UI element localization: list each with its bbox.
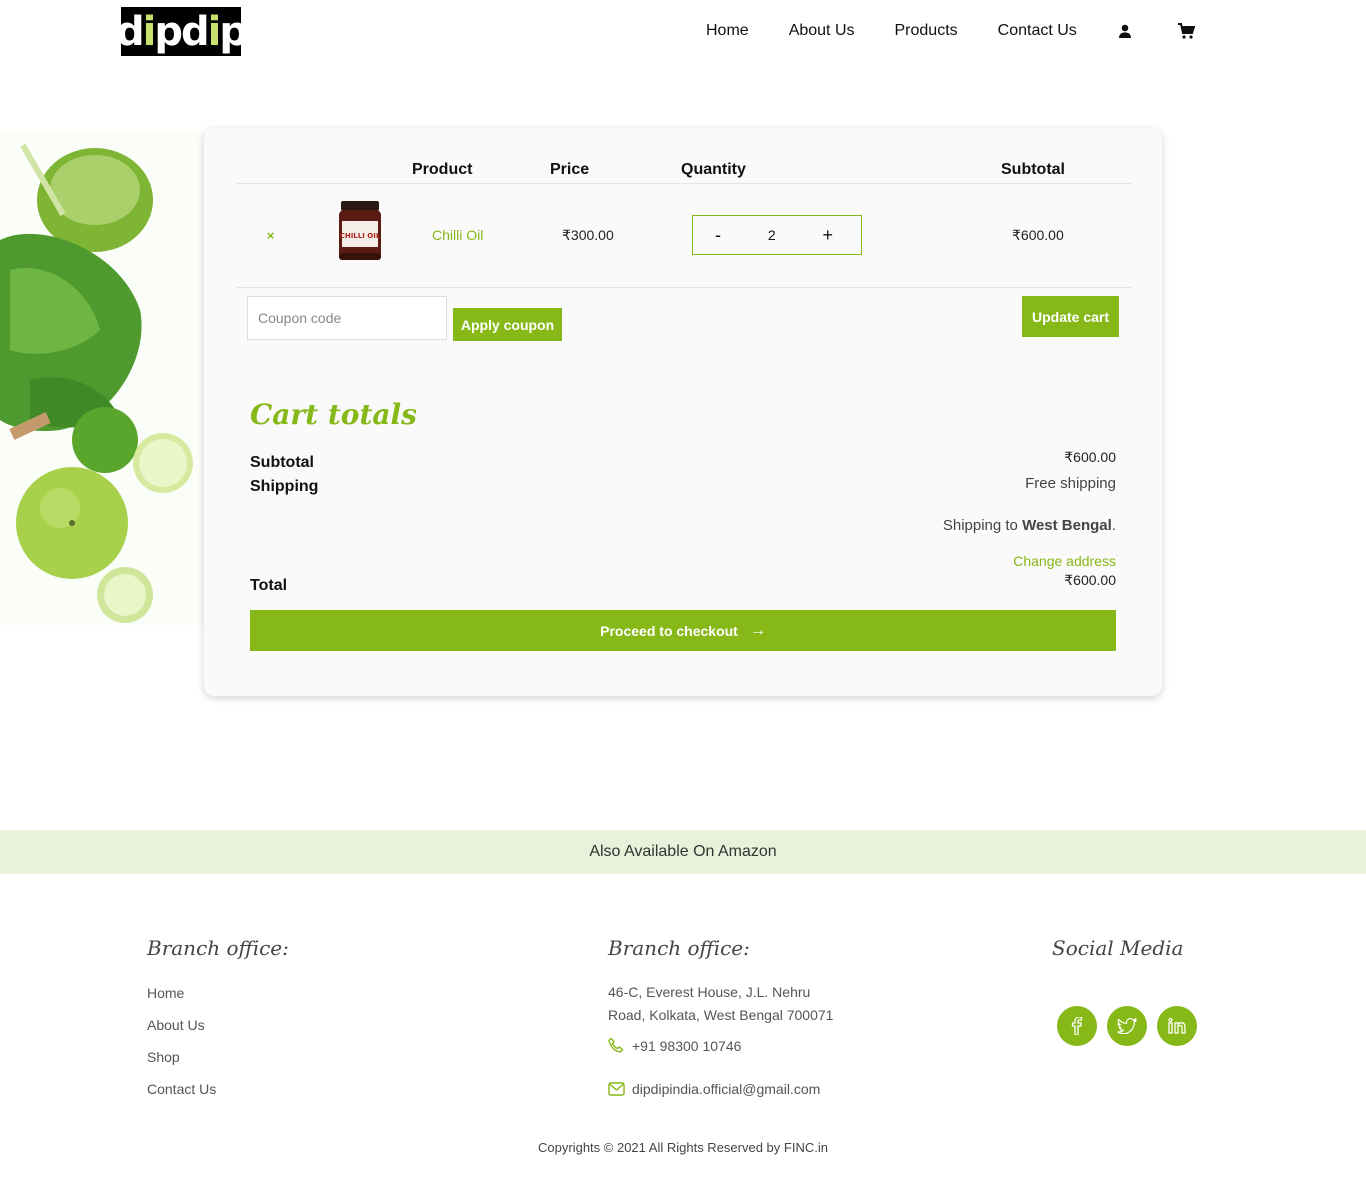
facebook-icon[interactable] — [1057, 1006, 1097, 1046]
footer-address: 46-C, Everest House, J.L. Nehru Road, Ko… — [608, 984, 834, 1023]
footer-link-contact-us[interactable]: Contact Us — [147, 1081, 216, 1097]
footer-phone[interactable]: +91 98300 10746 — [608, 1037, 741, 1054]
change-address-link[interactable]: Change address — [1013, 553, 1116, 569]
subtotal-value: ₹600.00 — [1064, 449, 1116, 465]
total-label: Total — [250, 577, 288, 594]
logo[interactable]: dipdip — [116, 7, 248, 56]
col-product: Product — [412, 161, 473, 178]
footer-col3-title: Social Media — [1052, 936, 1184, 960]
increase-quantity-button[interactable]: + — [822, 225, 833, 246]
divider — [236, 287, 1132, 288]
product-thumbnail[interactable]: CHILLI OIL — [335, 199, 385, 264]
cart-totals-title: Cart totals — [250, 398, 417, 431]
col-price: Price — [550, 161, 590, 178]
svg-text:CHILLI OIL: CHILLI OIL — [340, 232, 381, 240]
shipping-label: Shipping — [250, 478, 319, 495]
shipping-destination: Shipping to West Bengal. — [942, 517, 1116, 534]
cart-icon[interactable] — [1177, 23, 1196, 39]
col-quantity: Quantity — [681, 161, 746, 178]
cart-card: Product Price Quantity Subtotal × CHILLI… — [204, 128, 1162, 696]
linkedin-icon[interactable] — [1157, 1006, 1197, 1046]
footer-col2-title: Branch office: — [608, 936, 750, 960]
footer-col1-title: Branch office: — [147, 936, 289, 960]
phone-icon — [608, 1037, 624, 1053]
quantity-stepper: - 2 + — [692, 215, 862, 255]
twitter-icon[interactable] — [1107, 1006, 1147, 1046]
footer-link-home[interactable]: Home — [147, 985, 184, 1001]
total-value: ₹600.00 — [1064, 572, 1116, 588]
user-icon[interactable] — [1117, 23, 1133, 39]
decrease-quantity-button[interactable]: - — [715, 225, 721, 246]
mail-icon — [608, 1082, 625, 1096]
product-name-link[interactable]: Chilli Oil — [432, 227, 483, 243]
product-price: ₹300.00 — [562, 227, 614, 243]
divider — [236, 183, 1132, 184]
product-subtotal: ₹600.00 — [1012, 227, 1064, 243]
footer-link-shop[interactable]: Shop — [147, 1049, 180, 1065]
footer-link-about-us[interactable]: About Us — [147, 1017, 205, 1033]
copyright-text: Copyrights © 2021 All Rights Reserved by… — [538, 1140, 828, 1155]
shipping-value: Free shipping — [1025, 475, 1116, 492]
quantity-value[interactable]: 2 — [768, 227, 776, 243]
remove-item-button[interactable]: × — [266, 229, 275, 242]
decorative-produce-image — [0, 130, 205, 625]
col-subtotal: Subtotal — [1001, 161, 1065, 178]
arrow-right-icon: → — [749, 621, 766, 639]
nav-about-us[interactable]: About Us — [789, 22, 855, 40]
amazon-availability-banner[interactable]: Also Available On Amazon — [0, 830, 1366, 874]
coupon-code-input[interactable]: Coupon code — [247, 296, 447, 340]
subtotal-label: Subtotal — [250, 454, 314, 471]
apply-coupon-button[interactable]: Apply coupon — [453, 308, 562, 341]
proceed-to-checkout-button[interactable]: Proceed to checkout → — [250, 610, 1116, 651]
footer-email[interactable]: dipdipindia.official@gmail.com — [608, 1081, 820, 1097]
update-cart-button[interactable]: Update cart — [1022, 296, 1119, 337]
nav-products[interactable]: Products — [895, 22, 958, 40]
nav-contact-us[interactable]: Contact Us — [998, 22, 1077, 40]
main-nav: Home About Us Products Contact Us — [706, 20, 1196, 42]
nav-home[interactable]: Home — [706, 22, 749, 40]
